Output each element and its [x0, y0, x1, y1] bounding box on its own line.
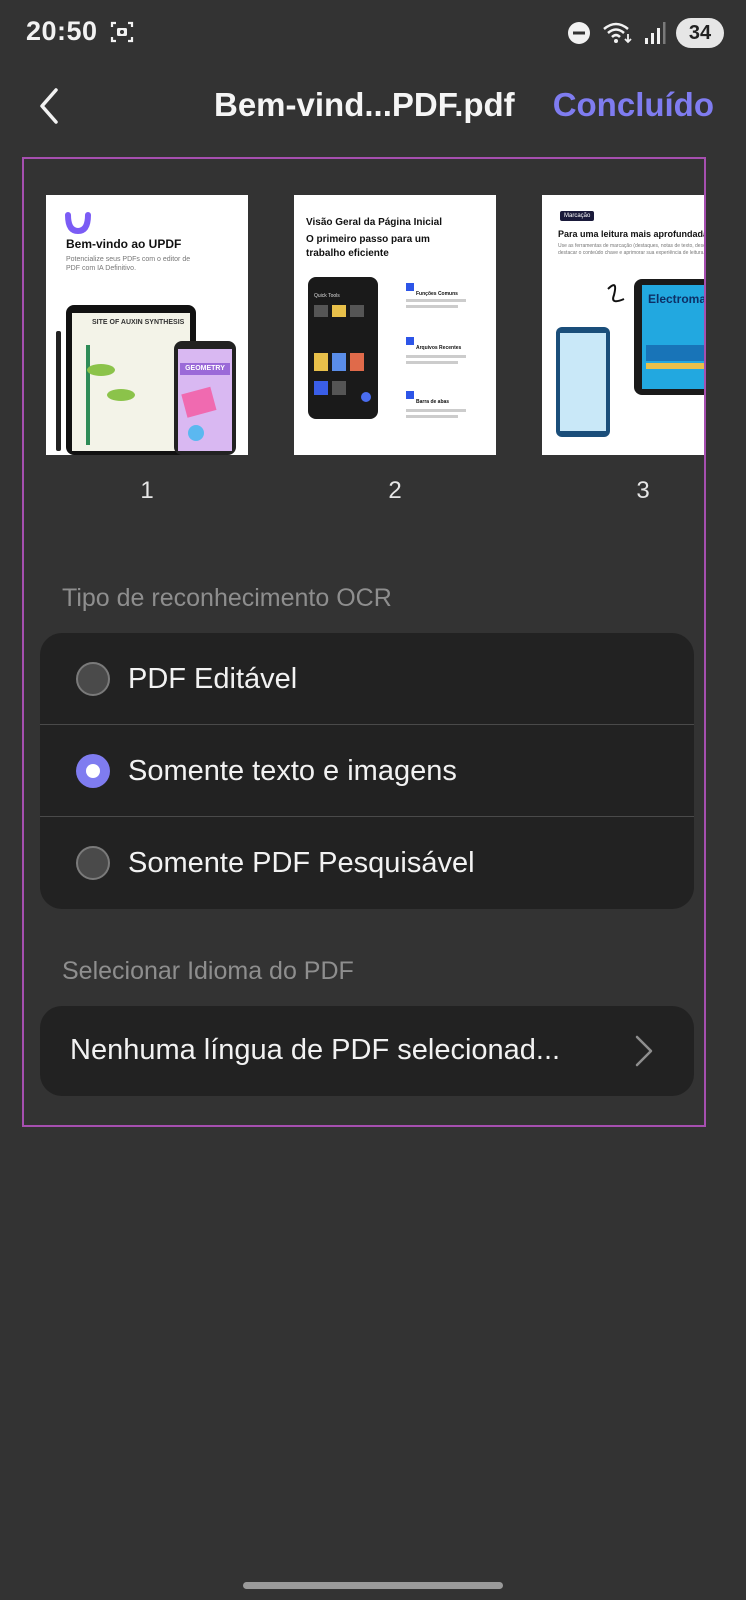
page-thumbnail-1[interactable]: Bem-vindo ao UPDF Potencialize seus PDFs… [46, 195, 248, 455]
thumb1-heading: Bem-vindo ao UPDF [66, 237, 182, 251]
ocr-type-label: Tipo de reconhecimento OCR [62, 584, 392, 612]
signal-icon [645, 22, 666, 44]
ocr-option-label: PDF Editável [128, 662, 298, 695]
battery-indicator: 34 [676, 18, 724, 48]
page-number-2: 2 [388, 477, 402, 504]
thumb2-heading: Visão Geral da Página Inicial [306, 217, 442, 228]
ocr-options-group: PDF Editável Somente texto e imagens Som… [40, 633, 694, 909]
ocr-option-searchable-pdf[interactable]: Somente PDF Pesquisável [40, 817, 694, 909]
thumb2-item-1: Funções Comuns [416, 291, 458, 297]
thumb2-phone-label: Quick Tools [314, 293, 340, 299]
home-indicator[interactable] [243, 1582, 503, 1589]
chevron-right-icon [635, 1035, 653, 1067]
page-thumbnail-2[interactable]: Visão Geral da Página Inicial O primeiro… [294, 195, 496, 455]
status-icons: 34 [566, 18, 724, 48]
radio-button-unchecked[interactable] [76, 846, 110, 880]
radio-button-unchecked[interactable] [76, 662, 110, 696]
ocr-settings-panel: Bem-vindo ao UPDF Potencialize seus PDFs… [22, 157, 706, 1127]
thumb3-tablet-title: Electromagnetic Spectrum [648, 292, 706, 306]
thumb3-heading: Para uma leitura mais aprofundada [558, 229, 706, 239]
language-value: Nenhuma língua de PDF selecionad... [70, 1034, 561, 1066]
thumb2-item-3: Barra de abas [416, 399, 450, 405]
ocr-option-label: Somente texto e imagens [128, 754, 457, 787]
thumb3-subtext: Use as ferramentas de marcação (destaque… [558, 243, 706, 256]
thumb1-subtext: Potencialize seus PDFs com o editor de P… [66, 256, 191, 272]
do-not-disturb-icon [568, 22, 590, 44]
back-arrow-icon[interactable] [30, 84, 70, 128]
page-number-1: 1 [140, 477, 154, 504]
thumb2-heading2: O primeiro passo para um trabalho eficie… [306, 234, 430, 259]
thumb1-poster-title: SITE OF AUXIN SYNTHESIS [92, 319, 185, 326]
status-bar: 20:50 34 [0, 0, 746, 66]
top-app-bar: Bem-vind...PDF.pdf Concluído [0, 72, 746, 140]
language-selector[interactable]: Nenhuma língua de PDF selecionad... [40, 1006, 694, 1096]
page-number-3: 3 [636, 477, 650, 504]
thumb3-tag: Marcação [560, 211, 595, 221]
thumb2-item-2: Arquivos Recentes [416, 345, 462, 351]
status-time: 20:50 [26, 16, 98, 46]
document-title: Bem-vind...PDF.pdf [214, 86, 515, 123]
ocr-option-editable-pdf[interactable]: PDF Editável [40, 633, 694, 725]
radio-button-checked[interactable] [76, 754, 110, 788]
page-thumbnail-3[interactable]: Marcação Para uma leitura mais aprofunda… [542, 195, 706, 455]
ocr-option-text-and-images[interactable]: Somente texto e imagens [40, 725, 694, 817]
ocr-option-label: Somente PDF Pesquisável [128, 846, 475, 879]
screenshot-icon [110, 21, 134, 43]
done-button[interactable]: Concluído [553, 86, 714, 124]
wifi-icon [603, 22, 632, 44]
pdf-language-label: Selecionar Idioma do PDF [62, 957, 354, 985]
thumb1-badge: GEOMETRY [180, 363, 230, 375]
